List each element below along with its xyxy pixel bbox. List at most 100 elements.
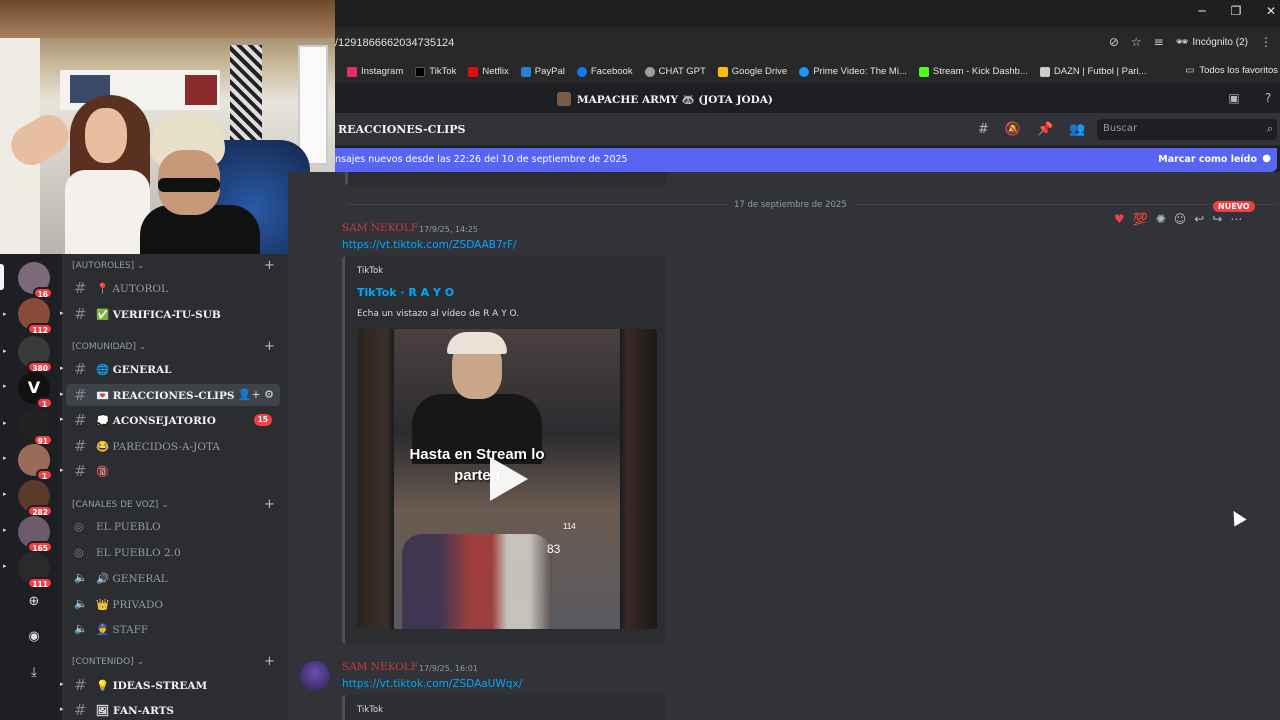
bookmark-tiktok[interactable]: TikTok — [415, 66, 456, 77]
category-contenido[interactable]: [CONTENIDO] ⌄ — [72, 657, 144, 667]
new-messages-bar[interactable]: nsajes nuevos desde las 22:26 del 10 de … — [335, 148, 1277, 172]
incognito-button[interactable]: 🕶 Incógnito (2) — [1176, 37, 1248, 48]
server-title: MAPACHE ARMY 🦝 (JOTA JODA) — [557, 92, 773, 106]
voice-channel-el-pueblo[interactable]: ◎ EL PUEBLO — [66, 516, 280, 538]
inbox-icon[interactable]: ▣ — [1226, 91, 1242, 107]
channel-settings-icons[interactable]: 👤+ ⚙ — [238, 388, 274, 401]
channel-ideas-stream[interactable]: ▸ # 💡 IDEAS-STREAM — [60, 674, 280, 696]
more-icon[interactable]: ⋯ — [1230, 212, 1242, 226]
bookmark-paypal[interactable]: PayPal — [520, 66, 565, 77]
bookmark-kick[interactable]: Stream - Kick Dashb... — [918, 66, 1028, 77]
server-icon[interactable]: V1 — [18, 372, 53, 409]
collapse-arrow-icon: ▸ — [3, 562, 7, 570]
add-channel-icon[interactable]: + — [264, 339, 275, 354]
bookmark-google-drive[interactable]: Google Drive — [717, 66, 788, 77]
server-icon[interactable]: 16 — [18, 262, 53, 299]
discover-icon[interactable]: ◉ — [24, 629, 44, 649]
collapse-arrow-icon: ▸ — [3, 490, 7, 498]
embed-title[interactable]: TikTok · R A Y O — [357, 286, 454, 299]
pin-icon[interactable]: 📌 — [1037, 122, 1053, 137]
add-channel-icon[interactable]: + — [264, 258, 275, 273]
voice-channel-privado[interactable]: 🔈 👑 PRIVADO — [66, 593, 280, 615]
add-server-icon[interactable]: ⊕ — [24, 594, 44, 614]
discord-topbar: MAPACHE ARMY 🦝 (JOTA JODA) ▣ ? — [335, 85, 1280, 113]
add-channel-icon[interactable]: + — [264, 654, 275, 669]
heart-reaction-icon[interactable]: ♥ — [1114, 212, 1125, 226]
hash-icon: # — [74, 411, 87, 429]
bookmark-label: Google Drive — [731, 66, 788, 77]
server-icon[interactable]: 111 — [18, 552, 53, 589]
server-icon[interactable]: 112 — [18, 298, 53, 335]
all-bookmarks[interactable]: ▭ Todos los favoritos — [1185, 65, 1278, 76]
channel-aconsejatorio[interactable]: ▸ # 💭 ACONSEJATORIO 15 — [60, 409, 280, 431]
stage-icon: ◎ — [74, 520, 84, 533]
server-icon[interactable]: 1 — [18, 444, 53, 481]
voice-channel-el-pueblo-2[interactable]: ◎ EL PUEBLO 2.0 — [66, 542, 280, 564]
voice-channel-staff[interactable]: 🔈 👮 STAFF — [66, 618, 280, 640]
channel-general[interactable]: ▸ # 🌐 GENERAL — [60, 358, 280, 380]
minimize-icon[interactable]: ─ — [1192, 4, 1212, 22]
message-author[interactable]: SAM NEKOLF — [342, 222, 418, 234]
bookmark-chatgpt[interactable]: CHAT GPT — [644, 66, 706, 77]
channel-nsfw[interactable]: ▸ # 🔞 — [60, 460, 280, 482]
members-icon[interactable]: 👥 — [1069, 122, 1085, 137]
incognito-label: Incógnito (2) — [1192, 36, 1248, 48]
hundred-reaction-icon[interactable]: 💯 — [1133, 212, 1148, 226]
bookmark-label: DAZN | Futbol | Pari... — [1053, 66, 1147, 77]
threads-icon[interactable]: # — [978, 122, 989, 137]
message-link[interactable]: https://vt.tiktok.com/ZSDAaUWqx/ — [342, 678, 522, 690]
channel-parecidos-a-jota[interactable]: # 😂 PARECIDOS-A-JOTA — [66, 435, 280, 457]
bookmark-dazn[interactable]: DAZN | Futbol | Pari... — [1039, 66, 1147, 77]
paypal-icon — [520, 66, 531, 77]
video-person-cap — [447, 332, 507, 354]
video-player[interactable]: 114 83 Hasta en Stream lo parten — [357, 329, 657, 629]
unread-dot-icon: ▸ — [60, 390, 64, 398]
forward-icon[interactable]: ↪ — [1212, 212, 1222, 226]
channel-autorol[interactable]: # 📍 AUTOROL — [66, 277, 280, 299]
category-autoroles[interactable]: [AUTOROLES] ⌄ — [72, 261, 145, 271]
category-canales-de-voz[interactable]: [CANALES DE VOZ] ⌄ — [72, 500, 169, 510]
voice-channel-general[interactable]: 🔈 🔊 GENERAL — [66, 567, 280, 589]
kebab-menu-icon[interactable]: ⋮ — [1260, 35, 1272, 49]
restore-icon[interactable]: ❐ — [1226, 4, 1246, 22]
channel-label: ✅ VERIFICA-TU-SUB — [96, 309, 221, 321]
bookmark-facebook[interactable]: Facebook — [576, 66, 633, 77]
tab-search-icon[interactable]: ≡ — [1154, 35, 1164, 49]
video-small-number: 114 — [563, 522, 576, 531]
help-icon[interactable]: ? — [1260, 91, 1276, 107]
play-icon[interactable] — [490, 457, 528, 501]
search-input[interactable]: Buscar ⌕ — [1097, 119, 1277, 140]
server-icon[interactable]: 165 — [18, 516, 53, 553]
reply-icon[interactable]: ↩ — [1194, 212, 1204, 226]
mark-read-button[interactable]: Marcar como leído — [1158, 154, 1257, 165]
mention-badge: 112 — [27, 323, 53, 335]
server-icon[interactable]: 282 — [18, 480, 53, 517]
star-icon[interactable]: ☆ — [1131, 35, 1142, 49]
channel-label: 👮 STAFF — [96, 624, 149, 636]
close-icon[interactable]: ✕ — [1261, 4, 1280, 22]
message-author[interactable]: SAM NEKOLF — [342, 661, 418, 673]
server-icon[interactable]: 380 — [18, 336, 53, 373]
download-icon[interactable]: ⤓ — [24, 665, 44, 685]
server-icon[interactable]: 91 — [18, 409, 53, 446]
category-label: [CANALES DE VOZ] — [72, 500, 159, 510]
super-reaction-icon[interactable]: ✺ — [1156, 212, 1166, 226]
message-timestamp: 17/9/25, 14:25 — [419, 225, 478, 234]
address-bar[interactable]: /1291866662034735124 ⊘ ☆ ≡ 🕶 Incógnito (… — [335, 27, 1280, 60]
bookmark-prime-video[interactable]: Prime Video: The Mi... — [799, 66, 907, 77]
message-link[interactable]: https://vt.tiktok.com/ZSDAAB7rF/ — [342, 239, 517, 251]
eye-off-icon[interactable]: ⊘ — [1109, 35, 1119, 49]
channel-fan-arts[interactable]: ▸ # 🖼 FAN-ARTS — [60, 699, 280, 720]
tiktok-embed: TikTok — [342, 695, 666, 720]
add-reaction-icon[interactable]: ☺ — [1174, 212, 1187, 226]
google-drive-icon — [717, 66, 728, 77]
bookmark-netflix[interactable]: Netflix — [468, 66, 509, 77]
category-comunidad[interactable]: [COMUNIDAD] ⌄ — [72, 342, 146, 352]
channel-verifica-tu-sub[interactable]: ▸ # ✅ VERIFICA-TU-SUB — [60, 303, 280, 325]
bell-muted-icon[interactable]: 🔕 — [1005, 122, 1021, 137]
channel-reacciones-clips[interactable]: ▸ # 💌 REACCIONES-CLIPS 👤+ ⚙ — [60, 384, 280, 406]
url-text[interactable]: /1291866662034735124 — [335, 37, 454, 49]
avatar[interactable] — [300, 661, 330, 691]
add-channel-icon[interactable]: + — [264, 497, 275, 512]
bookmark-instagram[interactable]: Instagram — [347, 66, 403, 77]
